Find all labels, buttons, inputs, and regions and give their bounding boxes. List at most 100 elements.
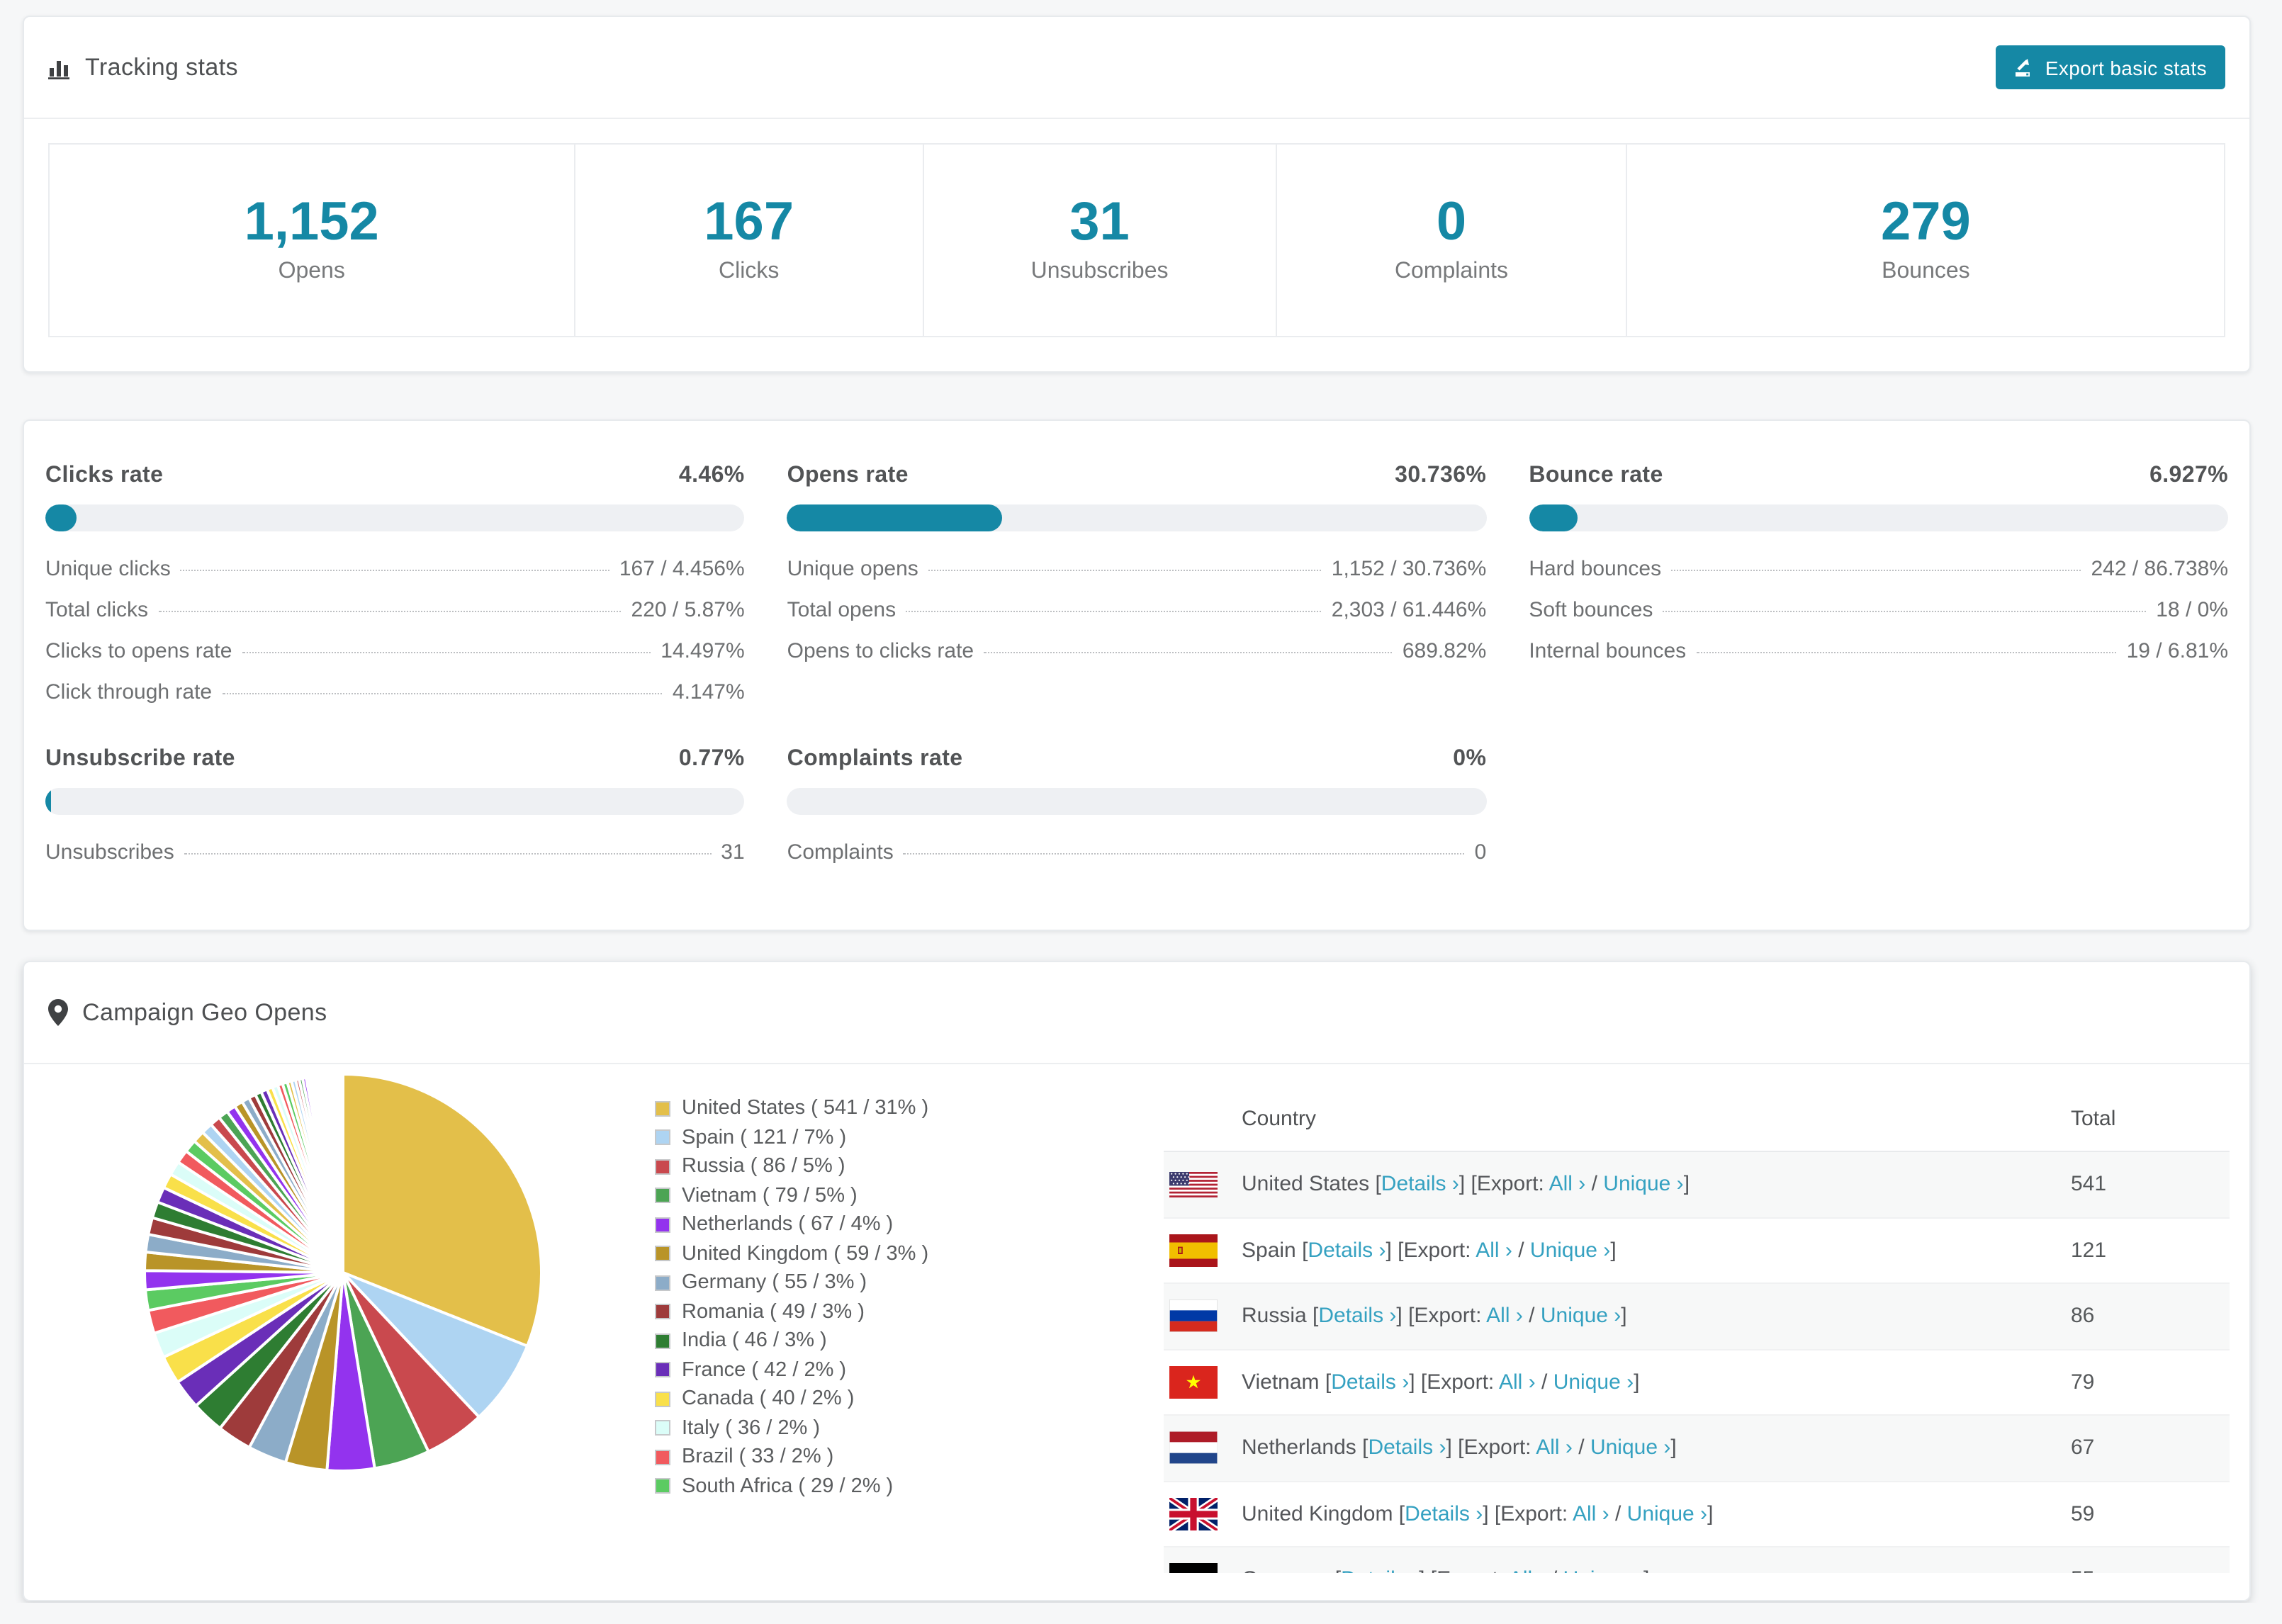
rate-detail-value: 220 / 5.87% xyxy=(631,598,745,622)
total-cell: 121 xyxy=(2071,1238,2107,1263)
geo-title-row: Campaign Geo Opens xyxy=(48,998,327,1027)
rate-detail-value: 18 / 0% xyxy=(2156,598,2228,622)
rate-detail-label: Unique clicks xyxy=(45,557,171,581)
export-all-link-spain[interactable]: All › xyxy=(1476,1239,1512,1263)
legend-label: South Africa ( 29 / 2% ) xyxy=(682,1474,894,1498)
legend-item-russia[interactable]: Russia ( 86 / 5% ) xyxy=(655,1152,928,1181)
rate-detail-label: Click through rate xyxy=(45,680,213,704)
export-all-link-russia[interactable]: All › xyxy=(1486,1304,1523,1329)
details-link-netherlands[interactable]: Details › xyxy=(1368,1436,1446,1460)
rate-panel-opens-rate: Opens rate 30.736% Unique opens 1,152 / 30.… xyxy=(787,463,1487,713)
rate-title: Unsubscribe rate xyxy=(45,747,235,771)
legend-item-brazil[interactable]: Brazil ( 33 / 2% ) xyxy=(655,1443,928,1472)
legend-item-vietnam[interactable]: Vietnam ( 79 / 5% ) xyxy=(655,1181,928,1210)
export-all-link-united-states[interactable]: All › xyxy=(1549,1173,1586,1197)
details-link-spain[interactable]: Details › xyxy=(1308,1239,1386,1263)
flag-germany-icon xyxy=(1169,1563,1218,1573)
legend-label: Italy ( 36 / 2% ) xyxy=(682,1416,821,1440)
rate-detail-label: Unsubscribes xyxy=(45,840,174,864)
legend-item-united-kingdom[interactable]: United Kingdom ( 59 / 3% ) xyxy=(655,1239,928,1268)
rate-detail-value: 31 xyxy=(721,840,745,864)
export-unique-link-germany[interactable]: Unique › xyxy=(1563,1568,1643,1574)
legend-label: Russia ( 86 / 5% ) xyxy=(682,1155,845,1178)
legend-label: United States ( 541 / 31% ) xyxy=(682,1097,929,1120)
export-all-link-germany[interactable]: All › xyxy=(1509,1568,1546,1574)
country-name: Germany [ xyxy=(1242,1568,1341,1574)
rate-head: Unsubscribe rate 0.77% xyxy=(45,747,745,772)
legend-swatch-icon xyxy=(655,1362,670,1378)
flag-cell xyxy=(1169,1234,1218,1267)
stat-value: 167 xyxy=(704,192,794,252)
total-cell: 55 xyxy=(2071,1568,2094,1574)
export-unique-link-spain[interactable]: Unique › xyxy=(1530,1239,1610,1263)
stat-value: 31 xyxy=(1069,192,1130,252)
progress-bar xyxy=(45,504,745,531)
rate-panel-clicks-rate: Clicks rate 4.46% Unique clicks 167 / 4.456… xyxy=(45,463,745,713)
geo-header: Campaign Geo Opens xyxy=(24,962,2249,1064)
flag-netherlands-icon xyxy=(1169,1431,1218,1465)
progress-bar-fill xyxy=(45,504,77,531)
bar-chart-icon xyxy=(48,56,71,79)
dotted-leader xyxy=(1671,570,2081,571)
export-basic-stats-button[interactable]: Export basic stats xyxy=(1995,45,2225,89)
legend-item-germany[interactable]: Germany ( 55 / 3% ) xyxy=(655,1268,928,1297)
legend-item-united-states[interactable]: United States ( 541 / 31% ) xyxy=(655,1094,928,1123)
legend-item-india[interactable]: India ( 46 / 3% ) xyxy=(655,1326,928,1355)
rate-panel-complaints-rate: Complaints rate 0% Complaints 0 xyxy=(787,747,1487,873)
legend-item-france[interactable]: France ( 42 / 2% ) xyxy=(655,1355,928,1385)
rate-detail-value: 167 / 4.456% xyxy=(619,557,745,581)
flag-united-kingdom-icon xyxy=(1169,1497,1218,1530)
rate-detail-row: Total opens 2,303 / 61.446% xyxy=(787,590,1487,631)
legend-label: Canada ( 40 / 2% ) xyxy=(682,1387,855,1411)
legend-item-romania[interactable]: Romania ( 49 / 3% ) xyxy=(655,1297,928,1326)
stat-value: 1,152 xyxy=(244,192,379,252)
export-all-link-netherlands[interactable]: All › xyxy=(1536,1436,1573,1460)
rate-value: 4.46% xyxy=(678,463,745,487)
stat-label: Bounces xyxy=(1882,259,1970,283)
legend-label: Spain ( 121 / 7% ) xyxy=(682,1126,847,1149)
dotted-leader xyxy=(1696,652,2117,653)
flag-russia-icon xyxy=(1169,1299,1218,1333)
rate-head: Bounce rate 6.927% xyxy=(1529,463,2228,489)
legend-item-south-africa[interactable]: South Africa ( 29 / 2% ) xyxy=(655,1472,928,1501)
details-link-united-states[interactable]: Details › xyxy=(1381,1173,1459,1197)
legend-item-canada[interactable]: Canada ( 40 / 2% ) xyxy=(655,1385,928,1414)
rate-detail-label: Total clicks xyxy=(45,598,149,622)
details-link-vietnam[interactable]: Details › xyxy=(1331,1370,1409,1394)
details-link-russia[interactable]: Details › xyxy=(1318,1304,1396,1329)
details-link-united-kingdom[interactable]: Details › xyxy=(1405,1502,1483,1526)
dotted-leader xyxy=(1663,611,2147,612)
rate-detail-value: 242 / 86.738% xyxy=(2091,557,2229,581)
stat-box-bounces: 279 Bounces xyxy=(1626,143,2225,337)
progress-bar-fill xyxy=(45,788,52,815)
rate-detail-value: 14.497% xyxy=(661,639,745,663)
details-link-germany[interactable]: Details › xyxy=(1341,1568,1419,1574)
country-cell: United States [Details ›] [Export: All ›… xyxy=(1242,1172,1690,1197)
rate-detail-row: Opens to clicks rate 689.82% xyxy=(787,631,1487,672)
export-unique-link-united-states[interactable]: Unique › xyxy=(1603,1173,1683,1197)
export-unique-link-netherlands[interactable]: Unique › xyxy=(1590,1436,1670,1460)
export-all-link-united-kingdom[interactable]: All › xyxy=(1573,1502,1609,1526)
stat-row: 1,152 Opens 167 Clicks 31 Unsubscribes 0 Compla… xyxy=(48,143,2225,337)
legend-item-spain[interactable]: Spain ( 121 / 7% ) xyxy=(655,1123,928,1152)
country-name: United Kingdom [ xyxy=(1242,1501,1405,1526)
legend-swatch-icon xyxy=(655,1158,670,1175)
legend-item-netherlands[interactable]: Netherlands ( 67 / 4% ) xyxy=(655,1210,928,1239)
export-unique-link-united-kingdom[interactable]: Unique › xyxy=(1627,1502,1707,1526)
legend-item-italy[interactable]: Italy ( 36 / 2% ) xyxy=(655,1414,928,1443)
stat-box-clicks: 167 Clicks xyxy=(573,143,924,337)
export-unique-link-vietnam[interactable]: Unique › xyxy=(1553,1370,1634,1394)
flag-united-states-icon xyxy=(1169,1171,1218,1197)
dotted-leader xyxy=(928,570,1322,571)
pie-slice-other-71[interactable] xyxy=(340,1072,344,1273)
progress-bar-fill xyxy=(1529,504,1578,531)
rate-detail-label: Complaints xyxy=(787,840,894,864)
rate-detail-value: 4.147% xyxy=(672,680,745,704)
total-column-header: Total xyxy=(2071,1107,2116,1131)
legend-swatch-icon xyxy=(655,1333,670,1349)
country-cell: United Kingdom [Details ›] [Export: All … xyxy=(1242,1501,1714,1526)
export-all-link-vietnam[interactable]: All › xyxy=(1499,1370,1536,1394)
page-title: Tracking stats xyxy=(85,53,238,80)
export-unique-link-russia[interactable]: Unique › xyxy=(1541,1304,1621,1329)
rate-title: Opens rate xyxy=(787,463,909,487)
